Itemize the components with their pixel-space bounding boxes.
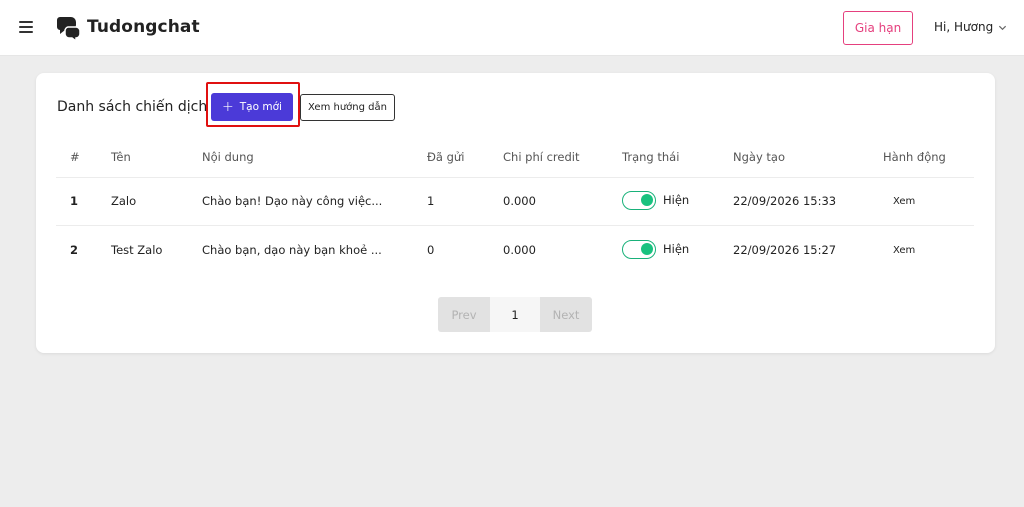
- prev-page-button[interactable]: Prev: [438, 297, 490, 332]
- column-header-sent: Đã gửi: [427, 150, 465, 164]
- row-index: 1: [70, 194, 79, 208]
- toggle-knob: [641, 243, 653, 255]
- row-name: Zalo: [111, 194, 137, 208]
- column-header-created: Ngày tạo: [733, 150, 786, 164]
- row-content: Chào bạn! Dạo này công việc...: [202, 194, 383, 208]
- column-header-cost: Chi phí credit: [503, 150, 580, 164]
- chevron-down-icon: [999, 25, 1007, 30]
- status-toggle[interactable]: [622, 240, 656, 259]
- column-header-actions: Hành động: [883, 150, 946, 164]
- status-label: Hiện: [663, 242, 690, 256]
- table-row: 1 Zalo Chào bạn! Dạo này công việc... 1 …: [56, 177, 974, 225]
- user-greeting: Hi, Hương: [934, 20, 994, 34]
- user-menu[interactable]: Hi, Hương: [934, 20, 1007, 34]
- row-sent: 1: [427, 194, 435, 208]
- brand-name: Tudongchat: [87, 17, 200, 37]
- row-created: 22/09/2026 15:33: [733, 194, 837, 208]
- row-created: 22/09/2026 15:27: [733, 243, 837, 257]
- create-button-label: Tạo mới: [239, 101, 282, 113]
- column-header-index: #: [70, 150, 80, 164]
- row-index: 2: [70, 243, 79, 257]
- hamburger-menu-icon[interactable]: [19, 21, 33, 33]
- status-label: Hiện: [663, 193, 690, 207]
- table-row: 2 Test Zalo Chào bạn, dạo này bạn khoẻ .…: [56, 226, 974, 274]
- view-link[interactable]: Xem: [893, 196, 915, 207]
- column-header-content: Nội dung: [202, 150, 254, 164]
- row-cost: 0.000: [503, 194, 536, 208]
- pagination: Prev 1 Next: [438, 297, 592, 332]
- next-page-button[interactable]: Next: [540, 297, 592, 332]
- chat-bubble-logo-icon: [57, 17, 81, 41]
- top-navbar: Tudongchat Gia hạn Hi, Hương: [0, 0, 1024, 56]
- campaign-list-card: Danh sách chiến dịch + Tạo mới Xem hướng…: [36, 73, 995, 353]
- view-link[interactable]: Xem: [893, 245, 915, 256]
- view-guide-button[interactable]: Xem hướng dẫn: [300, 94, 395, 121]
- row-content: Chào bạn, dạo này bạn khoẻ ...: [202, 243, 382, 257]
- renew-button[interactable]: Gia hạn: [843, 11, 913, 45]
- plus-icon: +: [222, 99, 234, 115]
- column-header-status: Trạng thái: [622, 150, 680, 164]
- toggle-knob: [641, 194, 653, 206]
- row-name: Test Zalo: [111, 243, 163, 257]
- row-sent: 0: [427, 243, 435, 257]
- page-title: Danh sách chiến dịch: [57, 99, 208, 115]
- page-number-button[interactable]: 1: [490, 297, 540, 332]
- status-toggle[interactable]: [622, 191, 656, 210]
- column-header-name: Tên: [111, 150, 131, 164]
- create-campaign-button[interactable]: + Tạo mới: [211, 93, 293, 121]
- row-cost: 0.000: [503, 243, 536, 257]
